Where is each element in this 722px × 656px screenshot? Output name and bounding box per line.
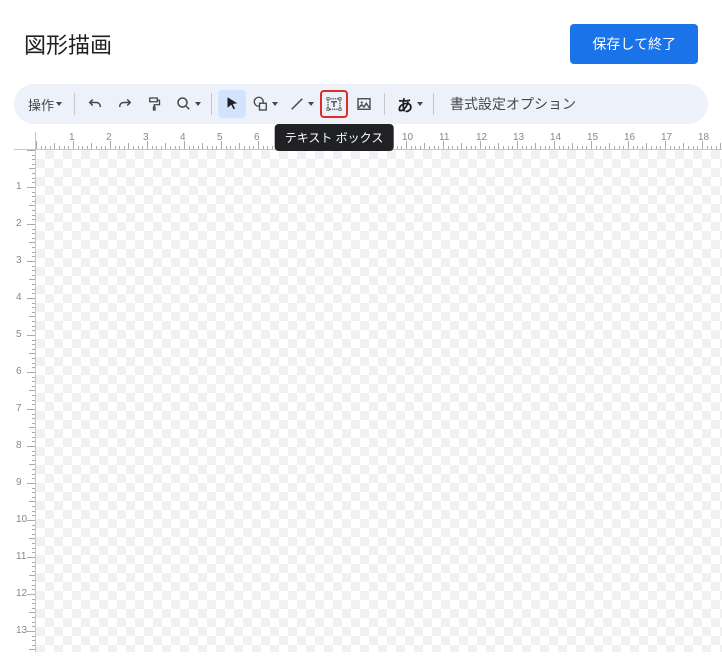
ruler-tick: 13 [517, 132, 554, 149]
text-box-tool[interactable]: テキスト ボックス [320, 90, 348, 118]
ruler-tick: 11 [443, 132, 480, 149]
canvas-area: 1234567891011121314151617181 12345678910… [14, 132, 722, 652]
text-style-menu[interactable]: あ [391, 90, 427, 118]
chevron-down-icon [56, 102, 62, 106]
actions-label: 操作 [28, 95, 54, 114]
chevron-down-icon [272, 102, 278, 106]
actions-menu[interactable]: 操作 [22, 90, 68, 118]
ruler-tick: 12 [480, 132, 517, 149]
toolbar: 操作 テキスト ボックス [14, 84, 708, 124]
save-and-close-button[interactable]: 保存して終了 [570, 24, 698, 64]
redo-icon [116, 95, 134, 113]
separator [211, 93, 212, 115]
undo-button[interactable] [81, 90, 109, 118]
shape-menu[interactable] [248, 90, 282, 118]
text-box-icon [325, 95, 343, 113]
ruler-tick: 18 [702, 132, 722, 149]
chevron-down-icon [195, 102, 201, 106]
cursor-icon [223, 95, 241, 113]
chevron-down-icon [308, 102, 314, 106]
ruler-tick: 5 [221, 132, 258, 149]
paint-format-button[interactable] [141, 90, 169, 118]
image-icon [355, 95, 373, 113]
select-tool[interactable] [218, 90, 246, 118]
ruler-tick [36, 132, 73, 149]
separator [384, 93, 385, 115]
ruler-tick: 10 [406, 132, 443, 149]
ruler-tick: 1 [73, 132, 110, 149]
vertical-ruler[interactable]: 1234567891011121314 [14, 150, 36, 652]
line-menu[interactable] [284, 90, 318, 118]
ruler-tick: 17 [665, 132, 702, 149]
undo-icon [86, 95, 104, 113]
ruler-tick: 13 [14, 631, 35, 652]
line-icon [288, 95, 306, 113]
tooltip: テキスト ボックス [275, 124, 394, 151]
ruler-tick: 2 [110, 132, 147, 149]
paint-roller-icon [146, 95, 164, 113]
text-a-icon: あ [395, 92, 415, 116]
chevron-down-icon [417, 102, 423, 106]
ruler-tick: 16 [628, 132, 665, 149]
ruler-tick: 14 [554, 132, 591, 149]
shape-icon [252, 95, 270, 113]
separator [433, 93, 434, 115]
separator [74, 93, 75, 115]
dialog-title: 図形描画 [24, 28, 112, 60]
ruler-corner [14, 132, 36, 150]
redo-button[interactable] [111, 90, 139, 118]
format-options-button[interactable]: 書式設定オプション [440, 90, 586, 118]
ruler-tick: 15 [591, 132, 628, 149]
ruler-tick: 4 [184, 132, 221, 149]
zoom-menu[interactable] [171, 90, 205, 118]
drawing-canvas[interactable] [36, 150, 722, 652]
ruler-tick: 3 [147, 132, 184, 149]
zoom-icon [175, 95, 193, 113]
image-tool[interactable] [350, 90, 378, 118]
